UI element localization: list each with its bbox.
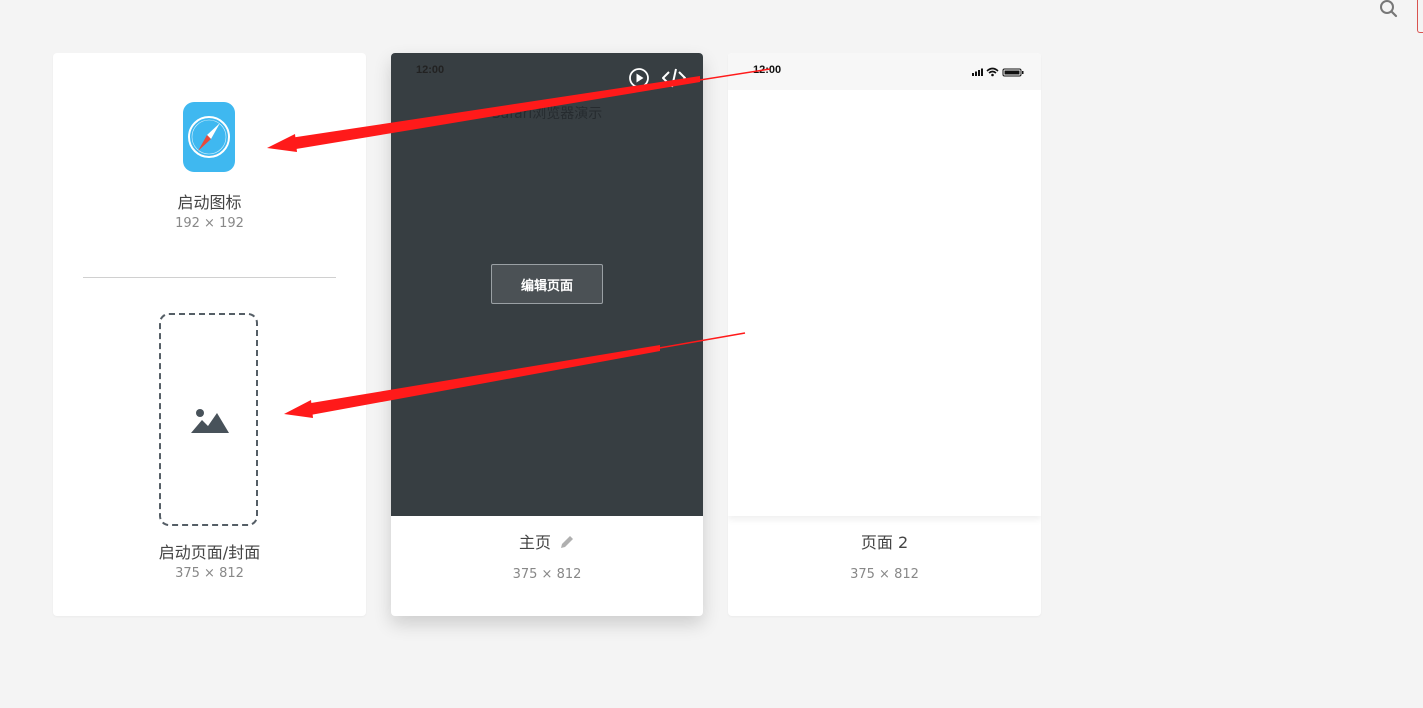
status-icons xyxy=(972,67,1024,77)
launch-icon-size: 192 × 192 xyxy=(175,216,244,231)
page-size: 375 × 812 xyxy=(512,567,582,582)
compass-icon[interactable] xyxy=(183,102,235,172)
page-name: 页面 2 xyxy=(860,533,909,552)
wifi-icon xyxy=(986,67,999,77)
page-title: Safari浏览器演示 xyxy=(491,106,603,122)
splash-label: 启动页面/封面 xyxy=(158,543,261,562)
page-preview-home: 12:00 Safari浏览器演示 编辑页面 xyxy=(391,53,703,516)
panel-edge xyxy=(1417,0,1423,33)
search-icon[interactable] xyxy=(1378,0,1400,20)
code-icon[interactable] xyxy=(662,67,686,89)
divider xyxy=(83,277,336,278)
launch-icon-label: 启动图标 xyxy=(177,193,242,212)
play-icon[interactable] xyxy=(628,67,650,89)
status-time: 12:00 xyxy=(753,64,782,76)
image-icon xyxy=(191,409,229,433)
page-name-label: 主页 xyxy=(518,533,551,552)
page-name: 主页 xyxy=(391,529,703,553)
app-assets-card: 启动图标 192 × 192 启动页面/封面 375 × 812 xyxy=(53,53,366,616)
battery-icon xyxy=(1002,68,1024,77)
page-size: 375 × 812 xyxy=(850,567,919,582)
pencil-icon[interactable] xyxy=(559,534,575,550)
status-time: 12:00 xyxy=(416,64,445,76)
splash-size: 375 × 812 xyxy=(175,566,244,581)
page-card-home[interactable]: 12:00 Safari浏览器演示 编辑页面 主页 375 × 812 xyxy=(391,53,703,616)
splash-upload-slot[interactable] xyxy=(159,313,258,526)
signal-icon xyxy=(972,68,983,76)
edit-page-button[interactable]: 编辑页面 xyxy=(491,264,603,304)
status-bar: 12:00 xyxy=(728,53,1041,90)
page-preview-2: 12:00 xyxy=(728,53,1041,516)
page-card-2[interactable]: 12:00 页面 2 375 × 812 xyxy=(728,53,1041,616)
